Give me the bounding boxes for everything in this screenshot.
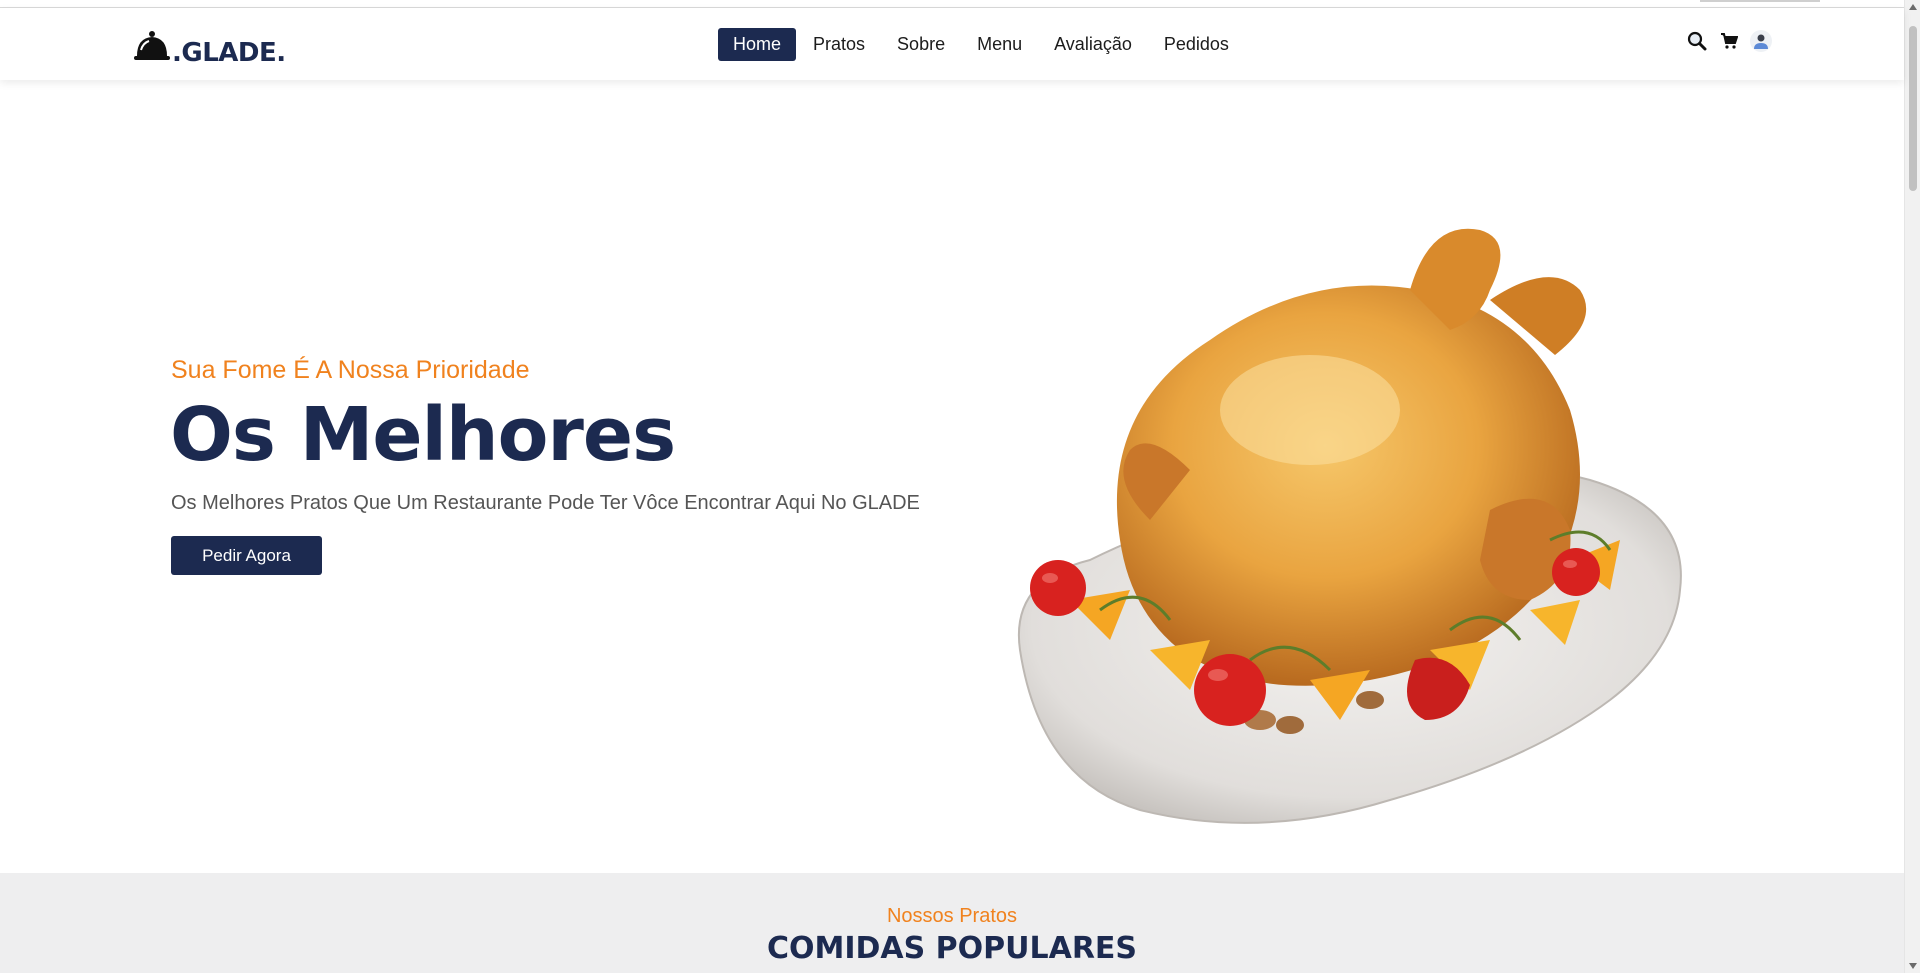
roast-chicken-platter-image xyxy=(1010,180,1690,840)
logo-text: .GLADE. xyxy=(172,38,286,68)
nav-home[interactable]: Home xyxy=(718,28,797,61)
hero-description: Os Melhores Pratos Que Um Restaurante Po… xyxy=(171,492,920,514)
search-icon[interactable] xyxy=(1686,30,1708,52)
order-now-button[interactable]: Pedir Agora xyxy=(171,536,322,575)
hero-section: Sua Fome É A Nossa Prioridade Os Melhore… xyxy=(0,80,1904,873)
nav-pratos[interactable]: Pratos xyxy=(798,28,880,61)
nav-menu[interactable]: Menu xyxy=(962,28,1037,61)
nav-pedidos[interactable]: Pedidos xyxy=(1149,28,1244,61)
hero-title: Os Melhores xyxy=(170,392,676,478)
cart-icon[interactable] xyxy=(1718,30,1740,52)
cloche-icon xyxy=(132,28,174,68)
hero-subtitle: Sua Fome É A Nossa Prioridade xyxy=(171,356,530,384)
scrollbar-thumb[interactable] xyxy=(1909,26,1917,191)
popular-subtitle: Nossos Pratos xyxy=(886,905,1018,927)
main-nav: Home Pratos Sobre Menu Avaliação Pedidos xyxy=(718,28,1246,61)
user-avatar-icon[interactable] xyxy=(1750,30,1772,52)
nav-sobre[interactable]: Sobre xyxy=(882,28,960,61)
page-scrollbar[interactable] xyxy=(1904,0,1920,973)
browser-top-line xyxy=(0,0,1904,8)
nav-avaliacao[interactable]: Avaliação xyxy=(1039,28,1147,61)
header-icons xyxy=(1686,30,1772,52)
scroll-up-arrow-icon[interactable] xyxy=(1909,4,1917,10)
browser-top-accent xyxy=(1700,0,1820,2)
site-header: .GLADE. Home Pratos Sobre Menu Avaliação… xyxy=(0,8,1904,80)
popular-dishes-section: Nossos Pratos COMIDAS POPULARES xyxy=(0,873,1904,973)
site-logo[interactable]: .GLADE. xyxy=(132,20,286,68)
popular-title: COMIDAS POPULARES xyxy=(766,931,1138,966)
scroll-down-arrow-icon[interactable] xyxy=(1909,963,1917,969)
